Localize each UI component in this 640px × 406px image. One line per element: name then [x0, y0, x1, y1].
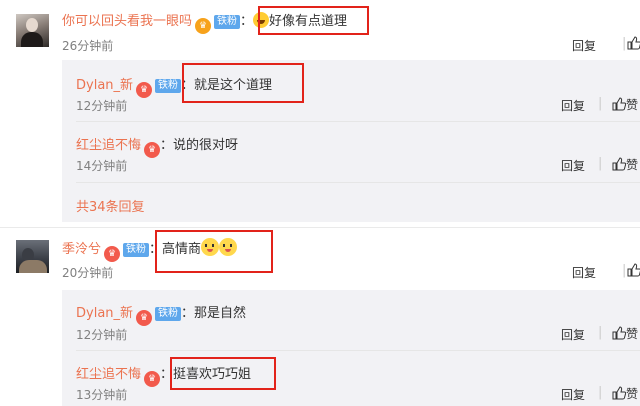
reply-time: 12分钟前: [76, 99, 128, 113]
reply-button[interactable]: 回复: [561, 97, 585, 114]
separator: |: [598, 96, 603, 111]
vip-crown-icon: ♛: [144, 371, 161, 387]
reply-button[interactable]: 回复: [561, 157, 585, 174]
comment-time: 20分钟前: [62, 266, 114, 280]
vip-crown-icon: ♛: [195, 18, 212, 34]
like-button[interactable]: 赞: [612, 156, 638, 173]
username-link[interactable]: 红尘追不悔: [76, 138, 141, 153]
fan-badge: 铁粉: [214, 15, 241, 29]
reply-text: 那是自然: [194, 306, 247, 321]
reply-button[interactable]: 回复: [561, 386, 585, 403]
highlight-box: [155, 230, 273, 273]
avatar[interactable]: [16, 14, 49, 47]
more-replies-link[interactable]: 共34条回复: [76, 196, 145, 215]
reply-time: 13分钟前: [76, 388, 128, 402]
separator: |: [598, 385, 603, 400]
separator: |: [598, 156, 603, 171]
fan-badge: 铁粉: [123, 243, 150, 257]
username-link[interactable]: 季泠兮: [62, 242, 101, 257]
avatar[interactable]: [16, 240, 49, 273]
like-button[interactable]: 赞: [612, 385, 638, 402]
thumbs-up-icon: [612, 386, 626, 400]
separator: |: [622, 263, 627, 278]
reply-header: Dylan_新 ♛ 铁粉 ：那是自然: [76, 302, 246, 326]
thumbs-up-icon: [612, 326, 626, 340]
thumbs-up-icon: [612, 157, 626, 171]
thumbs-up-icon[interactable]: [627, 263, 640, 277]
reply-time: 12分钟前: [76, 328, 128, 342]
reply-button[interactable]: 回复: [572, 37, 596, 54]
reply-time: 14分钟前: [76, 159, 128, 173]
fan-badge: 铁粉: [155, 307, 182, 321]
separator: |: [598, 325, 603, 340]
comment-separator: [0, 227, 640, 228]
vip-crown-icon: ♛: [136, 310, 153, 326]
reply-button[interactable]: 回复: [572, 264, 596, 281]
username-link[interactable]: 你可以回头看我一眼吗: [62, 14, 192, 29]
reply-header: 红尘追不悔 ♛ ：说的很对呀: [76, 134, 238, 158]
reply-text: 说的很对呀: [173, 138, 239, 153]
reply-button[interactable]: 回复: [561, 326, 585, 343]
divider: [76, 121, 640, 122]
like-button[interactable]: 赞: [612, 96, 638, 113]
vip-crown-icon: ♛: [104, 246, 121, 262]
username-link[interactable]: 红尘追不悔: [76, 367, 141, 382]
highlight-box: [170, 357, 276, 390]
thumbs-up-icon: [612, 97, 626, 111]
thumbs-up-icon[interactable]: [627, 36, 640, 50]
highlight-box: [182, 63, 304, 103]
username-link[interactable]: Dylan_新: [76, 306, 133, 321]
vip-crown-icon: ♛: [136, 82, 153, 98]
highlight-box: [258, 6, 369, 35]
divider: [76, 350, 640, 351]
like-button[interactable]: 赞: [612, 325, 638, 342]
vip-crown-icon: ♛: [144, 142, 161, 158]
fan-badge: 铁粉: [155, 79, 182, 93]
username-link[interactable]: Dylan_新: [76, 78, 133, 93]
separator: |: [622, 36, 627, 51]
comment-time: 26分钟前: [62, 39, 114, 53]
divider: [76, 182, 640, 183]
